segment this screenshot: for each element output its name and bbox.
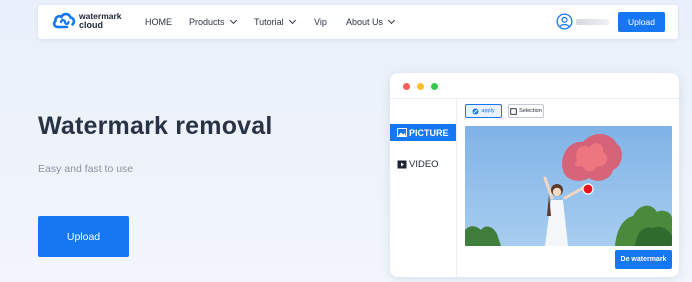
nav-vip[interactable]: Vip [314, 5, 327, 39]
top-navbar: watermark cloud HOME Products Tutorial V… [38, 5, 678, 39]
brand-name: watermark cloud [79, 12, 122, 30]
selection-frame-icon [510, 107, 517, 115]
apply-button[interactable]: apply [465, 104, 502, 118]
hero-title: Watermark removal [38, 112, 273, 140]
brand-logo[interactable]: watermark cloud [52, 10, 122, 32]
window-minimize-dot [417, 83, 424, 90]
preview-photo[interactable] [465, 126, 672, 246]
nav-home[interactable]: HOME [145, 5, 172, 39]
sidebar-item-video[interactable]: VIDEO [390, 156, 456, 173]
nav-tutorial-label: Tutorial [254, 17, 284, 27]
chevron-down-icon [387, 16, 396, 25]
selection-button[interactable]: Selection [508, 104, 544, 118]
sample-image [465, 126, 672, 246]
nav-vip-label: Vip [314, 17, 327, 27]
sidebar-divider [456, 99, 457, 277]
preview-window: PICTURE VIDEO apply Selection De waterma… [390, 73, 679, 277]
nav-tutorial[interactable]: Tutorial [254, 5, 296, 39]
sidebar-video-label: VIDEO [409, 159, 439, 170]
hero-upload-button[interactable]: Upload [38, 216, 129, 257]
window-close-dot [403, 83, 410, 90]
nav-products-label: Products [189, 17, 225, 27]
picture-icon [397, 128, 407, 137]
hero-subtitle: Easy and fast to use [38, 163, 134, 175]
window-maximize-dot [431, 83, 438, 90]
chevron-down-icon [229, 16, 237, 25]
window-title-divider [390, 98, 679, 99]
selection-button-label: Selection [519, 108, 542, 114]
brush-icon [472, 108, 479, 114]
de-watermark-button[interactable]: De watermark [615, 250, 672, 269]
nav-about[interactable]: About Us [346, 5, 396, 39]
nav-about-label: About Us [346, 17, 384, 27]
nav-home-label: HOME [145, 17, 172, 27]
nav-products[interactable]: Products [189, 5, 237, 39]
sidebar-item-picture[interactable]: PICTURE [390, 124, 456, 141]
user-avatar-icon[interactable] [556, 13, 573, 30]
nav-upload-button[interactable]: Upload [618, 12, 665, 32]
cloud-logo-icon [52, 12, 76, 29]
sidebar-picture-label: PICTURE [409, 127, 449, 138]
chevron-down-icon [288, 16, 296, 25]
video-icon [397, 160, 407, 169]
brand-line-2: cloud [79, 20, 103, 30]
apply-button-label: apply [481, 108, 495, 114]
user-name-redacted[interactable] [576, 19, 609, 25]
